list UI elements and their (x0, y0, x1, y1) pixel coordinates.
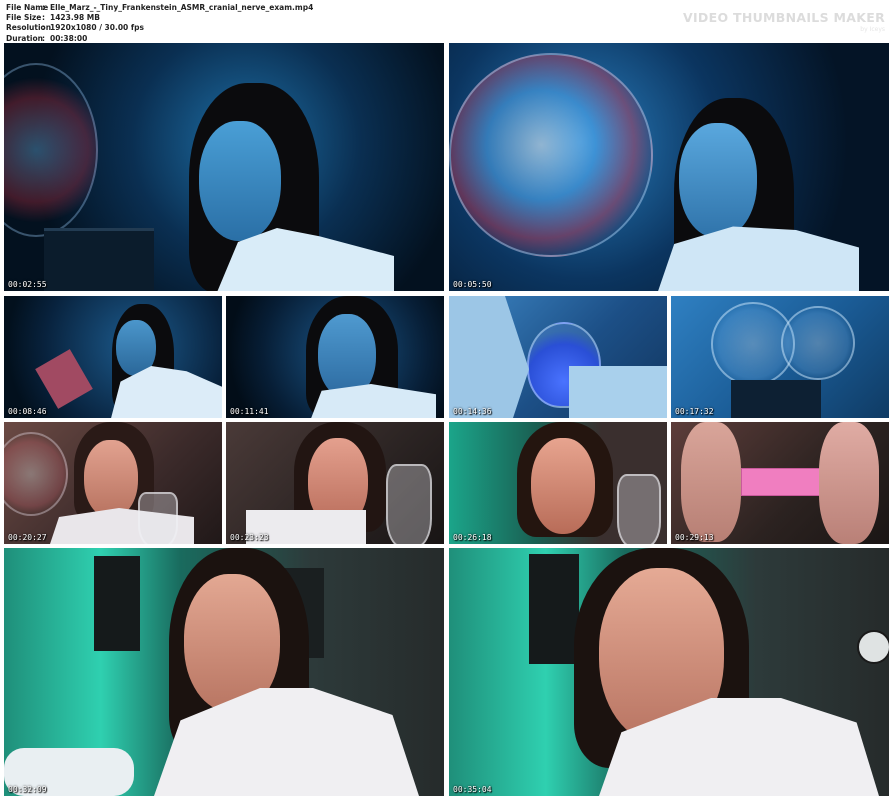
file-name-value: Elle_Marz_-_Tiny_Frankenstein_ASMR_crani… (50, 3, 314, 12)
thumbnail-5[interactable]: 00:14:36 (449, 296, 667, 418)
brand-title: VIDEO THUMBNAILS MAKER (683, 10, 885, 25)
file-size-label: File Size (6, 13, 42, 23)
thumbnail-1[interactable]: 00:02:55 (4, 43, 444, 291)
face (679, 123, 757, 238)
resolution-value: 1920x1080 / 30.00 fps (50, 23, 144, 33)
timestamp: 00:11:41 (230, 407, 269, 416)
hand (681, 422, 741, 542)
measuring-tape (741, 468, 828, 496)
timestamp: 00:14:36 (453, 407, 492, 416)
thumbnail-10[interactable]: 00:29:13 (671, 422, 889, 544)
thumbnail-3[interactable]: 00:08:46 (4, 296, 222, 418)
clipboard (35, 349, 93, 409)
glass-bulb (781, 306, 855, 380)
lab-shelf (44, 228, 154, 291)
thumbnail-7[interactable]: 00:20:27 (4, 422, 222, 544)
resolution-row: Resolution : 1920x1080 / 30.00 fps (6, 23, 313, 33)
thumbnail-9[interactable]: 00:26:18 (449, 422, 667, 544)
face (84, 440, 138, 518)
file-name-row: File Name : Elle_Marz_-_Tiny_Frankenstei… (6, 3, 313, 13)
file-name-label: File Name (6, 3, 49, 12)
timestamp: 00:29:13 (675, 533, 714, 542)
file-info: File Name : Elle_Marz_-_Tiny_Frankenstei… (6, 3, 313, 44)
glass-flask (138, 492, 178, 544)
watermark-logo: VIDEO THUMBNAILS MAKER by Iceys (683, 10, 885, 33)
hand (819, 422, 879, 544)
timestamp: 00:23:23 (230, 533, 269, 542)
separator: : (42, 13, 45, 23)
timestamp: 00:02:55 (8, 280, 47, 289)
wall-frames (94, 556, 140, 651)
timestamp: 00:08:46 (8, 407, 47, 416)
plasma-ball (4, 432, 68, 516)
timestamp: 00:35:04 (453, 785, 492, 794)
file-size-row: File Size : 1423.98 MB (6, 13, 313, 23)
timestamp: 00:32:09 (8, 785, 47, 794)
thumbnail-2[interactable]: 00:05:50 (449, 43, 889, 291)
timestamp: 00:26:18 (453, 533, 492, 542)
thumbnail-8[interactable]: 00:23:23 (226, 422, 444, 544)
thumbnail-6[interactable]: 00:17:32 (671, 296, 889, 418)
wall-frames (529, 554, 579, 664)
thumbnail-11[interactable]: 00:32:09 (4, 548, 444, 796)
separator: : (42, 3, 45, 12)
timestamp: 00:20:27 (8, 533, 47, 542)
timestamp: 00:05:50 (453, 280, 492, 289)
glass-flask (386, 464, 432, 544)
face (199, 121, 281, 241)
plasma-ball (449, 53, 653, 257)
thumbnail-12[interactable]: 00:35:04 (449, 548, 889, 796)
resolution-label: Resolution (6, 23, 52, 33)
lab-coat (449, 296, 529, 418)
plasma-ball (4, 63, 98, 237)
header: File Name : Elle_Marz_-_Tiny_Frankenstei… (0, 0, 893, 44)
lab-base (731, 380, 821, 418)
face (531, 438, 595, 534)
thumbnail-4[interactable]: 00:11:41 (226, 296, 444, 418)
brand-subtitle: by Iceys (860, 26, 885, 33)
timestamp: 00:17:32 (675, 407, 714, 416)
separator: : (42, 23, 45, 33)
file-size-value: 1423.98 MB (50, 13, 100, 23)
lab-coat (569, 366, 667, 418)
glass-flask (617, 474, 661, 544)
wall-clock (857, 630, 889, 664)
